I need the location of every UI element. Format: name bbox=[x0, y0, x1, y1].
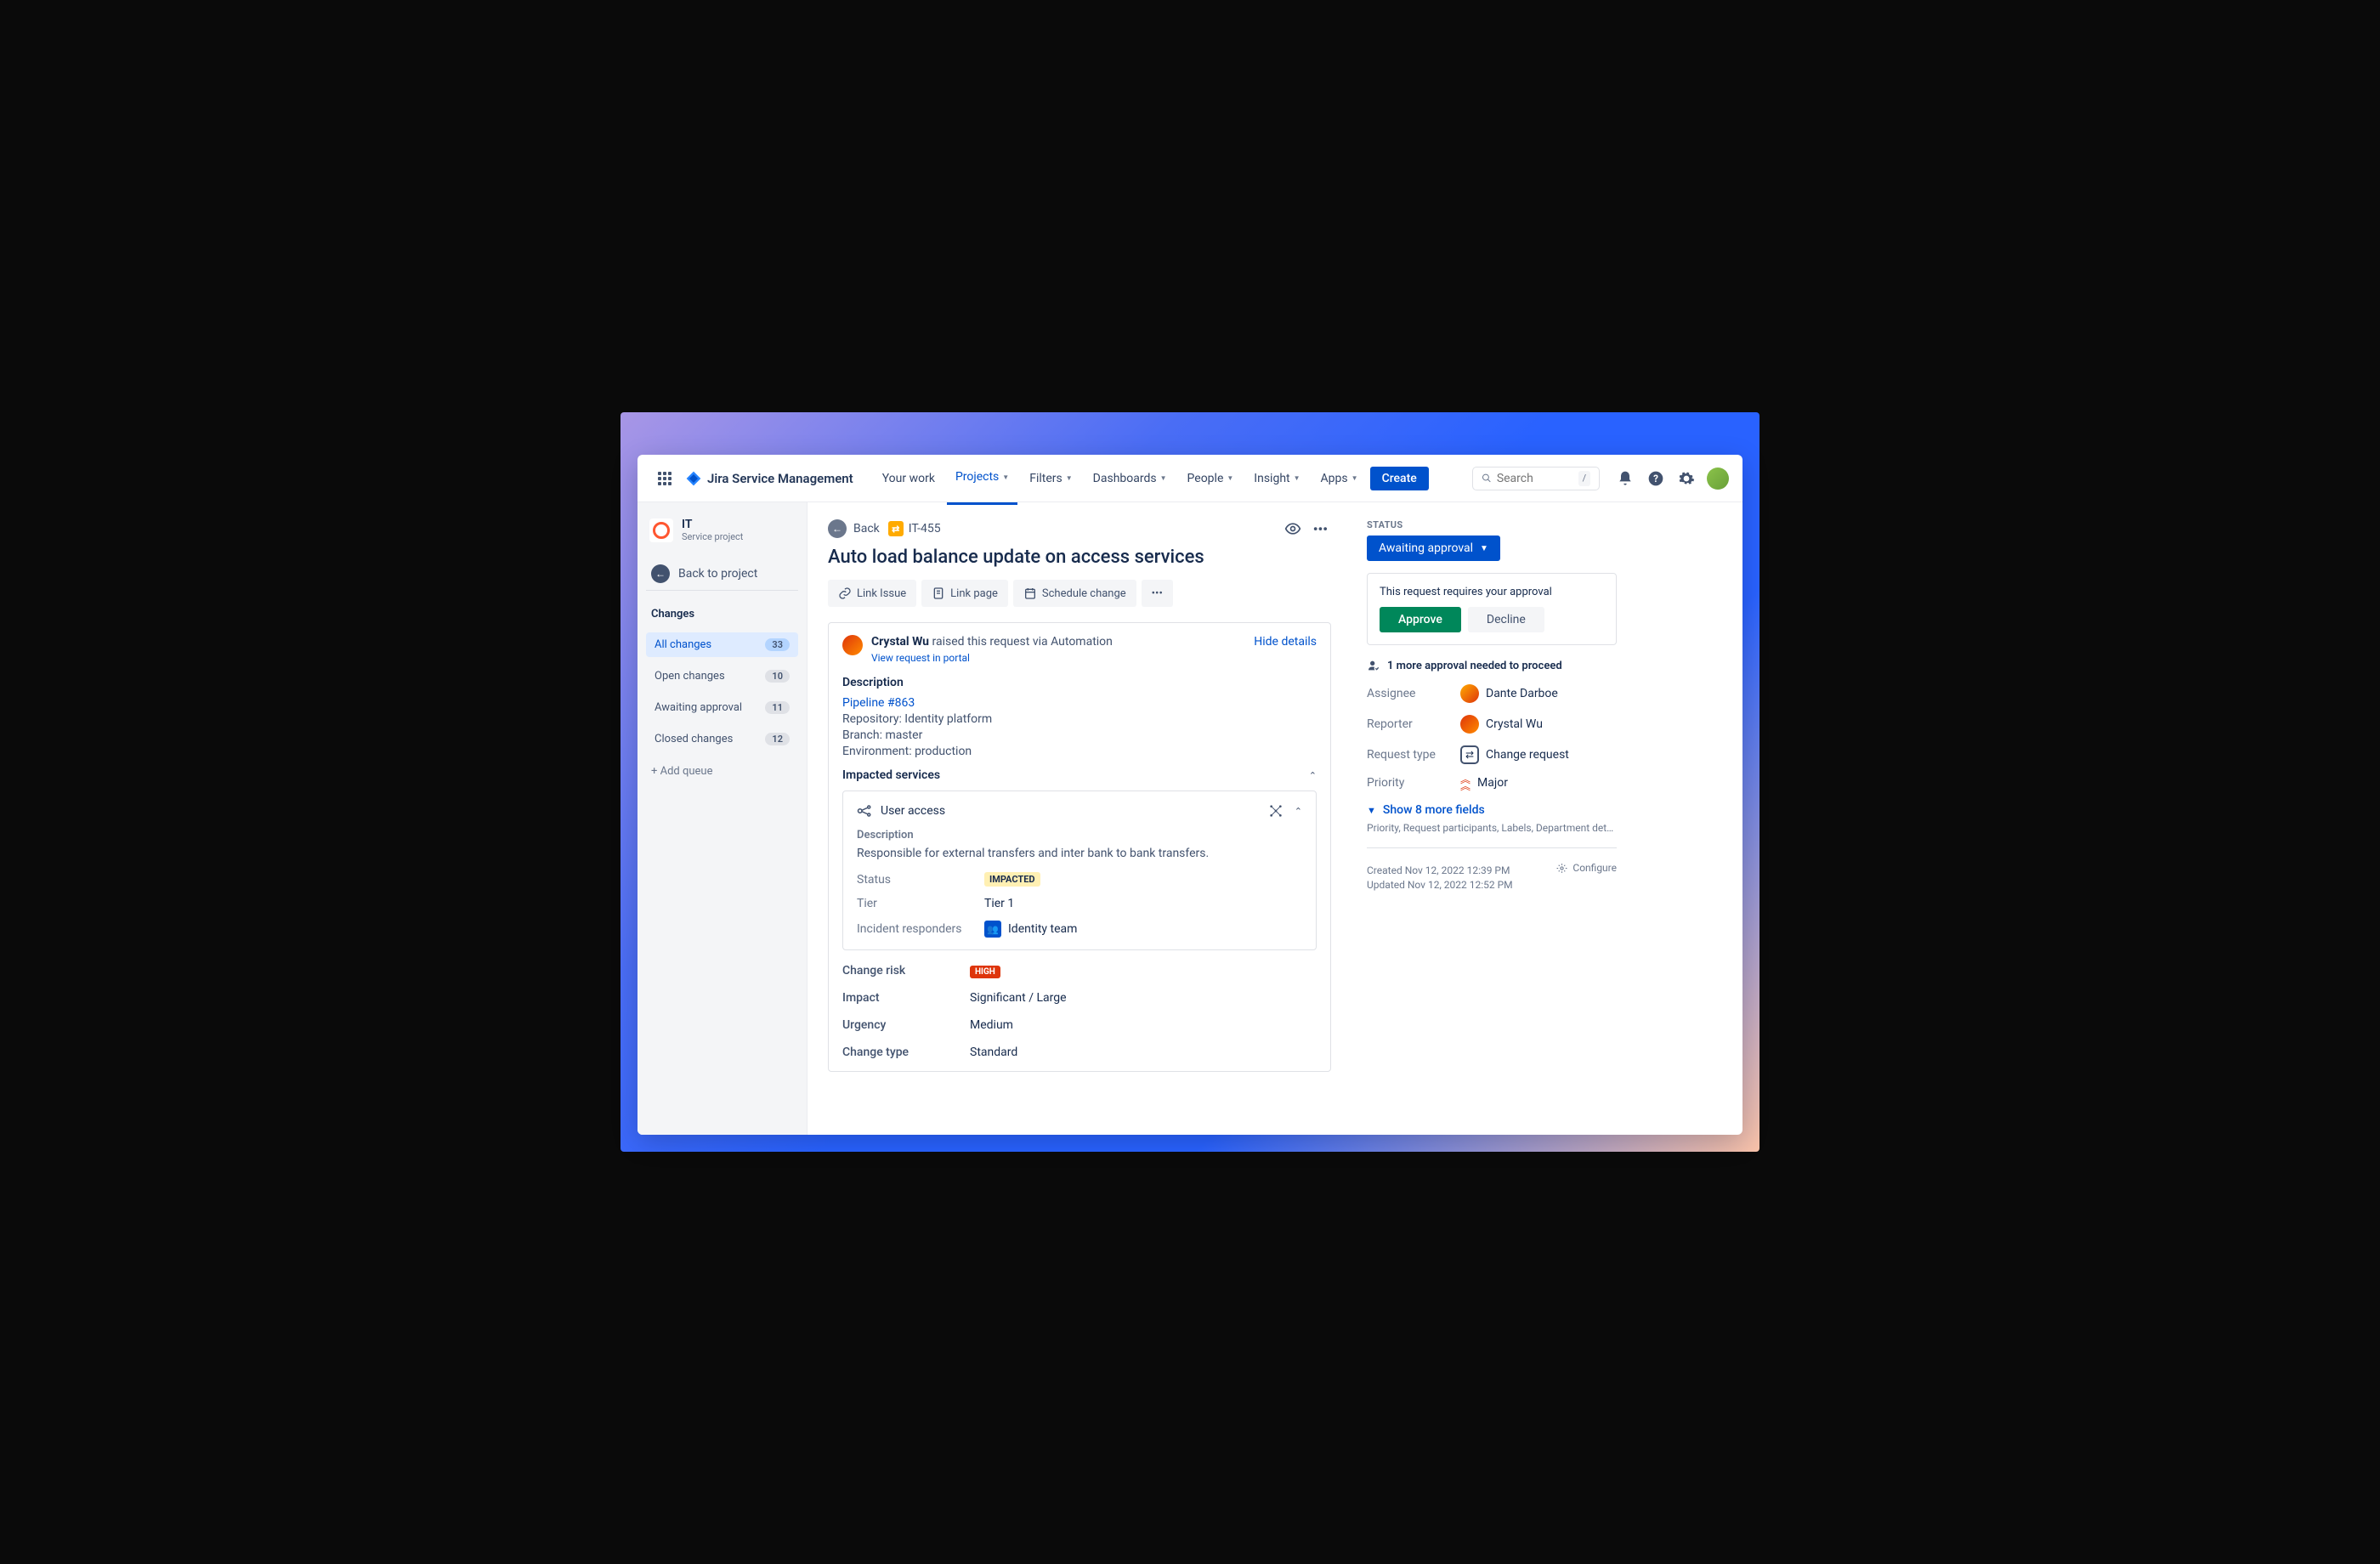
chevron-down-icon: ▼ bbox=[1367, 805, 1376, 816]
person-check-icon bbox=[1367, 659, 1380, 672]
nav-filters[interactable]: Filters▼ bbox=[1021, 465, 1080, 492]
assignee-avatar bbox=[1460, 684, 1479, 703]
graph-icon[interactable] bbox=[1269, 804, 1283, 818]
issue-title: Auto load balance update on access servi… bbox=[828, 547, 1331, 568]
reporter-avatar bbox=[1460, 715, 1479, 734]
sidebar-item-open-changes[interactable]: Open changes10 bbox=[646, 664, 798, 688]
approval-needed: 1 more approval needed to proceed bbox=[1367, 659, 1617, 672]
requester-name: Crystal Wu bbox=[871, 635, 929, 649]
back-to-project[interactable]: ← Back to project bbox=[646, 558, 798, 591]
configure-button[interactable]: Configure bbox=[1556, 862, 1617, 874]
sidebar-item-all-changes[interactable]: All changes33 bbox=[646, 632, 798, 657]
link-icon bbox=[838, 586, 852, 600]
risk-badge: HIGH bbox=[970, 966, 1000, 978]
hide-details-link[interactable]: Hide details bbox=[1254, 635, 1317, 649]
sidebar-item-closed-changes[interactable]: Closed changes12 bbox=[646, 727, 798, 751]
top-nav: Jira Service Management Your work Projec… bbox=[638, 455, 1742, 502]
add-queue-button[interactable]: + Add queue bbox=[646, 758, 798, 785]
project-icon bbox=[649, 518, 673, 542]
issue-key-link[interactable]: ⇄IT-455 bbox=[888, 521, 941, 536]
description-label: Description bbox=[842, 676, 1317, 689]
service-icon bbox=[857, 803, 872, 819]
created-meta: Created Nov 12, 2022 12:39 PM bbox=[1367, 864, 1513, 876]
brand-text: Jira Service Management bbox=[707, 471, 853, 486]
nav-dashboards[interactable]: Dashboards▼ bbox=[1085, 465, 1176, 492]
service-card: User access ⌃ Description Responsible fo… bbox=[842, 790, 1317, 950]
nav-your-work[interactable]: Your work bbox=[874, 465, 944, 492]
chevron-up-icon: ⌃ bbox=[1309, 770, 1317, 781]
nav-insight[interactable]: Insight▼ bbox=[1245, 465, 1308, 492]
change-type-icon: ⇄ bbox=[888, 521, 904, 536]
sidebar-item-awaiting-approval[interactable]: Awaiting approval11 bbox=[646, 695, 798, 720]
app-window: Jira Service Management Your work Projec… bbox=[638, 455, 1742, 1135]
nav-people[interactable]: People▼ bbox=[1179, 465, 1243, 492]
view-in-portal-link[interactable]: View request in portal bbox=[871, 652, 1113, 664]
search-input[interactable]: / bbox=[1472, 467, 1600, 490]
chevron-down-icon: ▼ bbox=[1002, 473, 1009, 481]
chevron-down-icon: ▼ bbox=[1480, 544, 1488, 553]
arrow-left-icon: ← bbox=[828, 519, 847, 538]
impacted-services-toggle[interactable]: Impacted services ⌃ bbox=[842, 768, 1317, 782]
nav-apps[interactable]: Apps▼ bbox=[1312, 465, 1367, 492]
priority-icon: ︽︽ bbox=[1460, 776, 1470, 790]
more-actions-button[interactable]: ••• bbox=[1142, 580, 1173, 607]
status-dropdown[interactable]: Awaiting approval▼ bbox=[1367, 536, 1500, 561]
requester-avatar bbox=[842, 635, 863, 655]
chevron-up-icon[interactable]: ⌃ bbox=[1295, 806, 1302, 817]
breadcrumb-back[interactable]: ←Back bbox=[828, 519, 880, 538]
approval-box: This request requires your approval Appr… bbox=[1367, 573, 1617, 645]
link-issue-button[interactable]: Link Issue bbox=[828, 580, 916, 607]
search-kbd: / bbox=[1578, 471, 1590, 486]
team-icon: 👥 bbox=[984, 921, 1001, 938]
nav-projects[interactable]: Projects▼ bbox=[947, 463, 1017, 505]
project-header[interactable]: ITService project bbox=[646, 514, 798, 546]
sidebar-section: Changes bbox=[646, 603, 798, 626]
status-badge: IMPACTED bbox=[984, 872, 1040, 887]
show-more-fields[interactable]: ▼Show 8 more fields bbox=[1367, 803, 1617, 817]
approve-button[interactable]: Approve bbox=[1380, 607, 1461, 632]
arrow-left-icon: ← bbox=[651, 564, 670, 583]
bell-icon[interactable] bbox=[1615, 468, 1635, 489]
request-card: Crystal Wu raised this request via Autom… bbox=[828, 622, 1331, 1072]
search-icon bbox=[1482, 472, 1492, 484]
updated-meta: Updated Nov 12, 2022 12:52 PM bbox=[1367, 879, 1513, 891]
more-actions-icon[interactable]: ••• bbox=[1310, 521, 1331, 537]
app-switcher-icon[interactable] bbox=[651, 465, 678, 492]
watch-icon[interactable] bbox=[1284, 520, 1301, 537]
jira-logo-icon bbox=[685, 470, 702, 487]
page-icon bbox=[932, 586, 945, 600]
decline-button[interactable]: Decline bbox=[1468, 607, 1544, 632]
help-icon[interactable]: ? bbox=[1646, 468, 1666, 489]
gear-icon bbox=[1556, 863, 1567, 874]
issue-content: ←Back ⇄IT-455 ••• Auto load balance upda… bbox=[808, 502, 1352, 1135]
create-button[interactable]: Create bbox=[1370, 467, 1429, 490]
schedule-change-button[interactable]: Schedule change bbox=[1013, 580, 1136, 607]
pipeline-link[interactable]: Pipeline #863 bbox=[842, 696, 915, 710]
request-type-icon: ⇄ bbox=[1460, 745, 1479, 764]
brand[interactable]: Jira Service Management bbox=[685, 470, 853, 487]
svg-text:?: ? bbox=[1653, 473, 1658, 484]
sidebar: ITService project ← Back to project Chan… bbox=[638, 502, 808, 1135]
gear-icon[interactable] bbox=[1676, 468, 1697, 489]
detail-panel: STATUS Awaiting approval▼ This request r… bbox=[1352, 502, 1632, 1135]
calendar-icon bbox=[1023, 586, 1037, 600]
link-page-button[interactable]: Link page bbox=[921, 580, 1008, 607]
user-avatar[interactable] bbox=[1707, 468, 1729, 490]
